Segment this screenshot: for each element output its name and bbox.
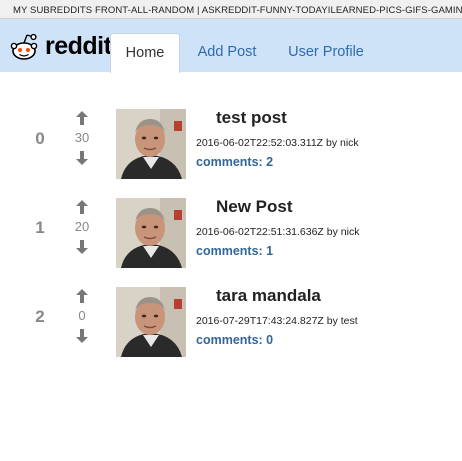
- post-rank: 2: [35, 307, 45, 326]
- arrow-down-icon[interactable]: [76, 240, 88, 254]
- comments-link[interactable]: comments: 2: [196, 155, 273, 169]
- arrow-down-icon[interactable]: [76, 329, 88, 343]
- post-row: 0 30 test post 2016-06-02T22:52:03.311Z …: [0, 108, 462, 189]
- tab-add-post[interactable]: Add Post: [188, 33, 266, 72]
- arrow-up-icon[interactable]: [76, 200, 88, 214]
- subreddit-bar-text[interactable]: MY SUBREDDITS FRONT-ALL-RANDOM | ASKREDD…: [0, 2, 462, 18]
- post-rank: 1: [35, 218, 45, 237]
- alien-logo-icon: [10, 33, 38, 60]
- post-thumbnail[interactable]: [116, 109, 186, 179]
- comments-link[interactable]: comments: 1: [196, 244, 273, 258]
- portrait-thumbnail: [116, 109, 186, 179]
- post-meta: 2016-06-02T22:51:31.636Z by nick: [196, 226, 360, 238]
- arrow-up-icon[interactable]: [76, 111, 88, 125]
- post-score: 20: [74, 219, 90, 234]
- post-thumbnail[interactable]: [116, 198, 186, 268]
- reddit-logo[interactable]: reddit: [10, 31, 112, 63]
- arrow-down-icon[interactable]: [76, 151, 88, 165]
- subreddit-bar: MY SUBREDDITS FRONT-ALL-RANDOM | ASKREDD…: [0, 0, 462, 19]
- portrait-thumbnail: [116, 287, 186, 357]
- tab-home[interactable]: Home: [110, 33, 180, 73]
- tab-user-profile[interactable]: User Profile: [276, 33, 376, 72]
- portrait-thumbnail: [116, 198, 186, 268]
- vote-controls: 30: [70, 109, 94, 181]
- post-meta: 2016-06-02T22:52:03.311Z by nick: [196, 137, 359, 149]
- post-rank: 0: [35, 129, 45, 148]
- post-title[interactable]: tara mandala: [216, 286, 321, 306]
- vote-controls: 0: [70, 287, 94, 359]
- vote-controls: 20: [70, 198, 94, 270]
- post-score: 30: [74, 130, 90, 145]
- post-row: 1 20 New Post 2016-06-02T22:51:31.636Z b…: [0, 197, 462, 278]
- post-meta: 2016-07-29T17:43:24.827Z by test: [196, 315, 358, 327]
- post-thumbnail[interactable]: [116, 287, 186, 357]
- post-row: 2 0 tara mandala 2016-07-29T17:43:24.827…: [0, 286, 462, 367]
- logo-wordmark: reddit: [45, 32, 112, 60]
- post-title[interactable]: New Post: [216, 197, 293, 217]
- comments-link[interactable]: comments: 0: [196, 333, 273, 347]
- header: reddit Home Add Post User Profile: [0, 19, 462, 73]
- post-score: 0: [78, 308, 86, 323]
- post-title[interactable]: test post: [216, 108, 287, 128]
- arrow-up-icon[interactable]: [76, 289, 88, 303]
